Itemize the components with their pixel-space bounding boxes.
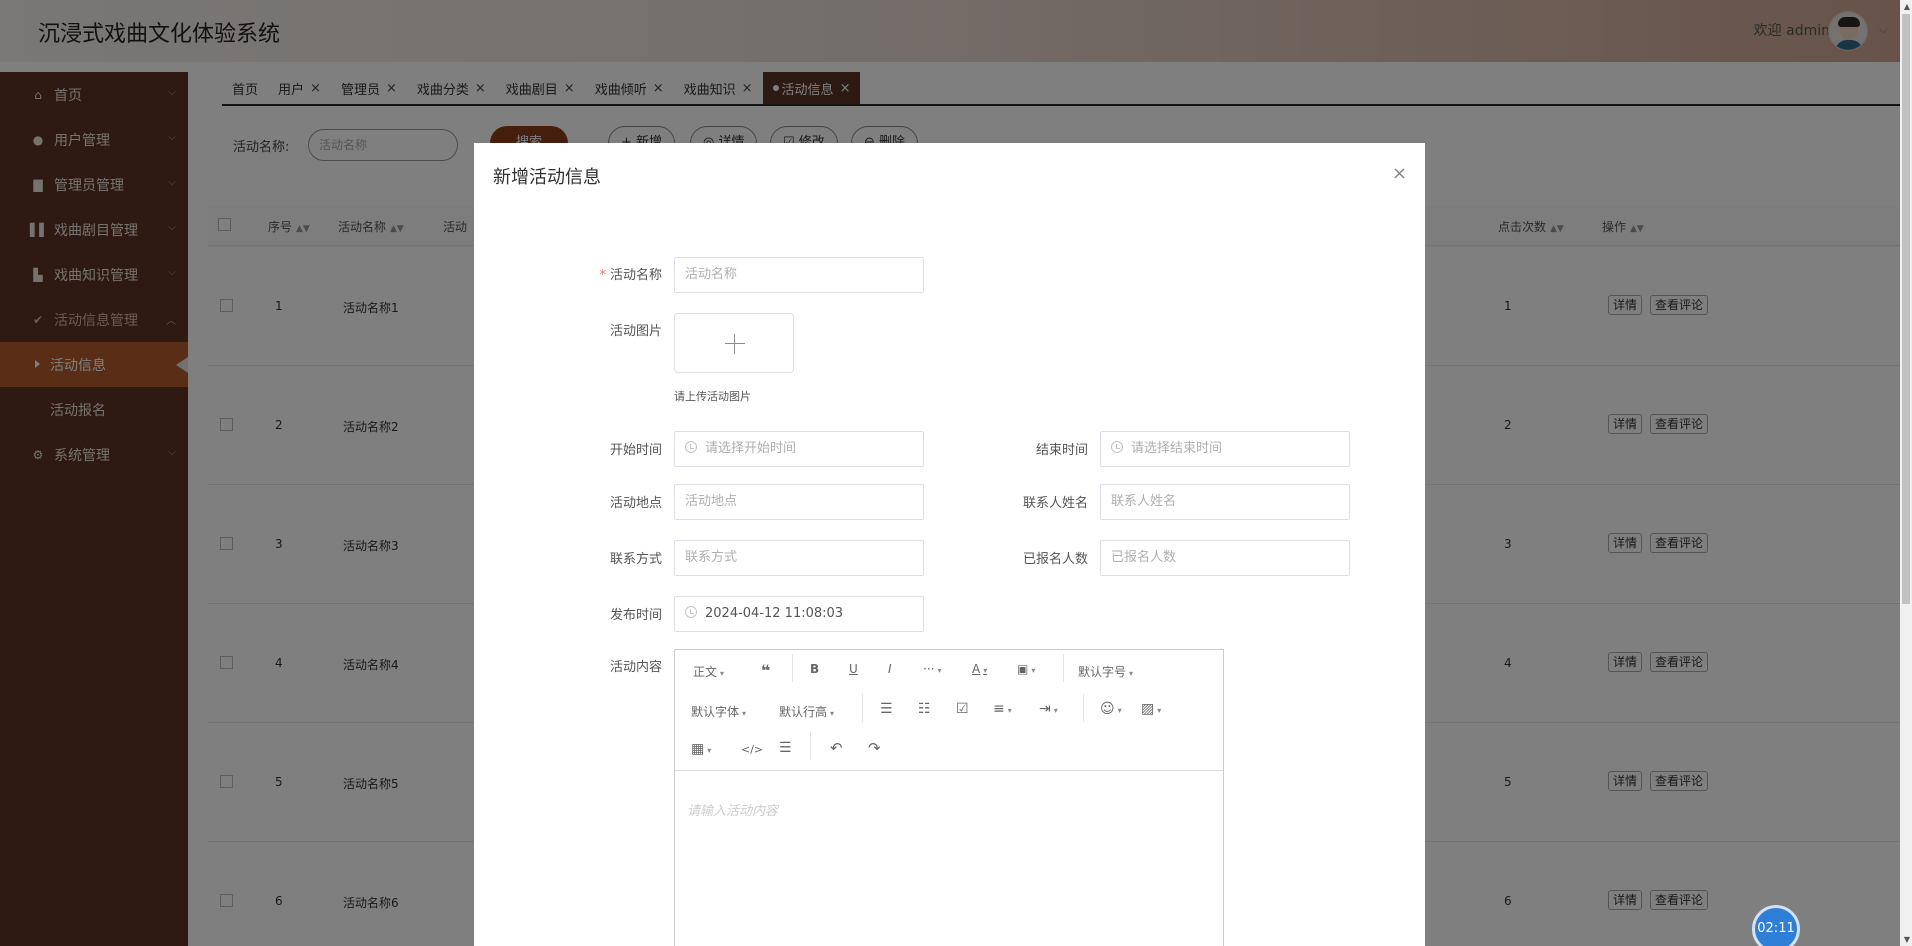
contact-name-input[interactable]: 联系人姓名	[1100, 484, 1350, 520]
quote-icon[interactable]: ❝	[761, 661, 770, 680]
divider-icon[interactable]: ☰	[779, 740, 792, 756]
bullet-list-icon[interactable]: ☰	[880, 701, 893, 717]
dialog-title: 新增活动信息	[493, 167, 601, 188]
page-scrollbar[interactable]: ▲ ▼	[1900, 0, 1912, 946]
clock-icon	[685, 441, 697, 453]
font-color-icon[interactable]: A ▾	[972, 662, 987, 676]
emoji-icon[interactable]: ☺ ▾	[1100, 701, 1122, 717]
font-family-select[interactable]: 默认字体 ▾	[691, 703, 746, 720]
location-label: 活动地点	[609, 496, 662, 511]
line-height-select[interactable]: 默认行高 ▾	[779, 703, 834, 720]
contact-label: 联系方式	[609, 552, 662, 567]
start-time-label: 开始时间	[609, 443, 662, 458]
numbered-list-icon[interactable]: ☷	[918, 701, 931, 717]
scroll-down-icon[interactable]: ▼	[1904, 935, 1910, 944]
italic-icon[interactable]: I	[888, 662, 892, 676]
activity-name-input[interactable]: 活动名称	[674, 257, 924, 293]
font-size-select[interactable]: 默认字号 ▾	[1078, 663, 1133, 680]
end-time-label: 结束时间	[1035, 443, 1088, 458]
upload-tip: 请上传活动图片	[674, 390, 751, 403]
plus-icon	[725, 343, 745, 344]
indent-icon[interactable]: ⇥ ▾	[1039, 701, 1058, 717]
enrolled-input[interactable]: 已报名人数	[1100, 540, 1350, 576]
clock-icon	[1111, 441, 1123, 453]
clock-icon	[685, 606, 697, 618]
contact-name-label: 联系人姓名	[1022, 496, 1088, 511]
publish-time-label: 发布时间	[609, 608, 662, 623]
bold-icon[interactable]: B	[810, 662, 819, 676]
content-editor-area[interactable]: 请输入活动内容	[687, 800, 778, 819]
end-time-picker[interactable]: 请选择结束时间	[1100, 431, 1350, 467]
publish-time-picker[interactable]: 2024-04-12 11:08:03	[674, 596, 924, 632]
scroll-up-icon[interactable]: ▲	[1904, 2, 1910, 11]
table-icon[interactable]: ▦ ▾	[691, 741, 711, 757]
timer-badge[interactable]: 02:11	[1752, 905, 1800, 946]
scroll-thumb[interactable]	[1902, 14, 1910, 604]
paragraph-select[interactable]: 正文 ▾	[693, 663, 724, 680]
rich-text-editor: 正文 ▾ ❝ B U I ··· ▾ A ▾ ▣ ▾ 默认字号 ▾ 默认字体 ▾ 默认行高 ▾…	[674, 649, 1224, 946]
enrolled-label: 已报名人数	[1022, 552, 1088, 567]
todo-icon[interactable]: ☑	[956, 701, 969, 717]
align-icon[interactable]: ≡ ▾	[993, 701, 1012, 717]
close-icon[interactable]: ×	[1392, 163, 1407, 184]
name-label: * 活动名称	[599, 268, 662, 283]
more-icon[interactable]: ··· ▾	[923, 662, 941, 676]
image-label: 活动图片	[609, 324, 662, 339]
editor-toolbar: 正文 ▾ ❝ B U I ··· ▾ A ▾ ▣ ▾ 默认字号 ▾ 默认字体 ▾ 默认行高 ▾…	[675, 650, 1223, 771]
undo-icon[interactable]: ↶	[830, 739, 843, 757]
image-upload[interactable]	[674, 313, 794, 373]
image-icon[interactable]: ▨ ▾	[1141, 701, 1161, 717]
content-label: 活动内容	[609, 660, 662, 675]
underline-icon[interactable]: U	[849, 662, 858, 676]
contact-input[interactable]: 联系方式	[674, 540, 924, 576]
location-input[interactable]: 活动地点	[674, 484, 924, 520]
start-time-picker[interactable]: 请选择开始时间	[674, 431, 924, 467]
bg-color-icon[interactable]: ▣ ▾	[1017, 662, 1035, 676]
add-activity-dialog: 新增活动信息 × * 活动名称 活动名称 活动图片 请上传活动图片 开始时间 请选…	[474, 143, 1425, 946]
code-icon[interactable]: </>	[741, 743, 763, 756]
redo-icon[interactable]: ↷	[868, 739, 881, 757]
